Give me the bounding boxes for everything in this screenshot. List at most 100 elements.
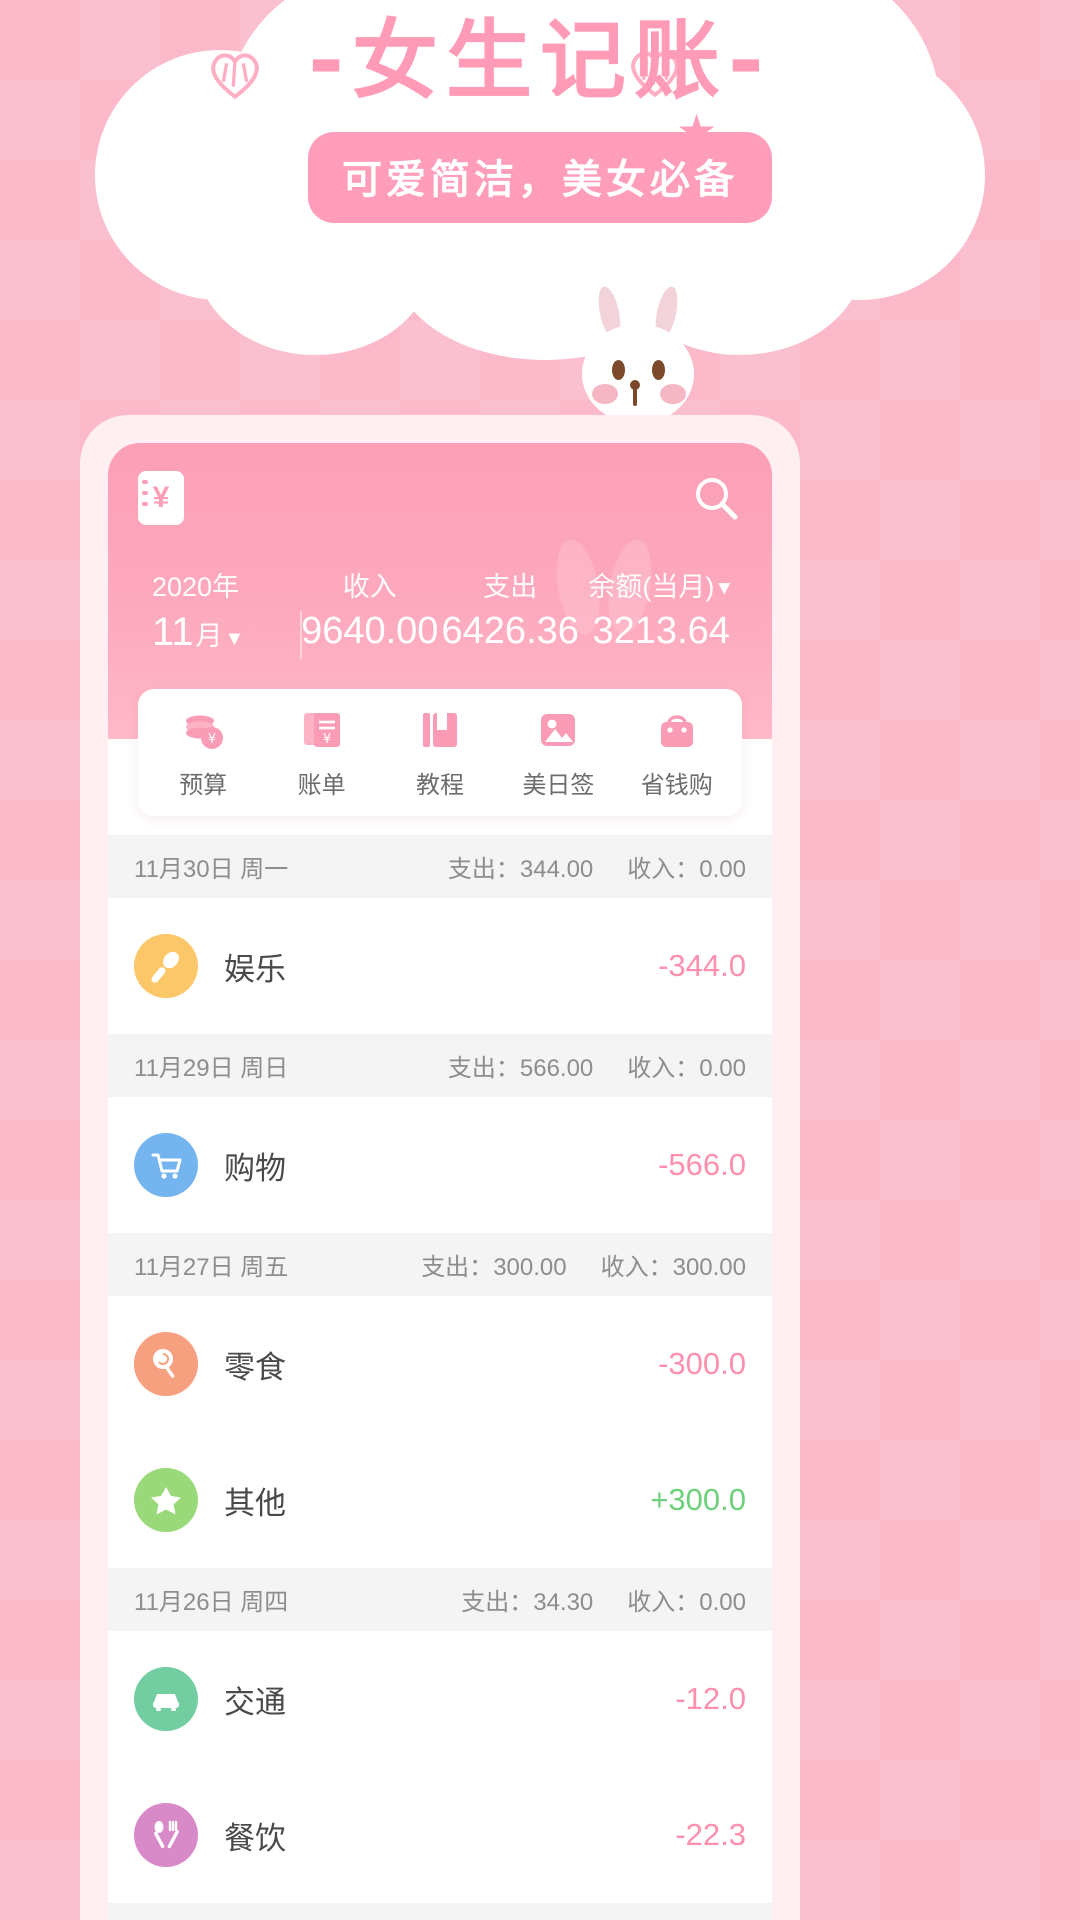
shopping-bag-icon: [654, 707, 700, 753]
lollipop-icon: [134, 1332, 198, 1396]
expense-prefix: 支出：: [461, 1589, 534, 1616]
svg-text:¥: ¥: [322, 732, 330, 747]
day-header: 11月27日 周五 支出：300.00 收入：300.00: [108, 1233, 772, 1296]
income-prefix: 收入：: [627, 856, 700, 883]
income-prefix: 收入：: [627, 1589, 700, 1616]
day-expense: 支出：344.00: [448, 849, 593, 884]
day-expense: 支出：34.30: [461, 1582, 593, 1617]
table-row[interactable]: 其他 +300.0: [108, 1432, 772, 1568]
tab-daily-photo-label: 美日签: [522, 772, 595, 799]
day-income: 收入：0.00: [627, 849, 746, 884]
shopping-cart-icon: [134, 1133, 198, 1197]
tab-daily-photo[interactable]: 美日签: [499, 707, 617, 800]
day-date: 11月27日 周五: [134, 1254, 289, 1281]
balance-label-text: 余额(当月): [588, 572, 715, 602]
income-prefix: 收入：: [627, 1055, 700, 1082]
day-income-value: 0.00: [699, 1589, 746, 1616]
day-income: 收入：300.00: [601, 1247, 746, 1282]
fork-spoon-icon: [134, 1803, 198, 1867]
microphone-icon: [134, 934, 198, 998]
tab-budget[interactable]: ¥ 预算: [144, 707, 262, 800]
day-income-value: 300.00: [672, 1254, 746, 1281]
balance-summary[interactable]: 余额(当月)▼ 3213.64: [580, 565, 742, 655]
table-row[interactable]: 零食 -300.0: [108, 1296, 772, 1432]
expense-summary: 支出 6426.36: [440, 565, 580, 655]
table-row[interactable]: 购物 -566.0: [108, 1097, 772, 1233]
photo-icon: [535, 707, 581, 753]
promo-cloud-banner: -女生记账- 可爱简洁，美女必备 ★: [0, 0, 1080, 380]
income-value: 9640.00: [301, 610, 439, 652]
chevron-down-icon-balance[interactable]: ▼: [714, 577, 734, 599]
day-expense: 支出：566.00: [448, 1048, 593, 1083]
phone-frame: ¥ 2020年 11 月 ▼ 收入 9640.00 支出 6426.36 余额(…: [80, 415, 800, 1920]
day-income: 收入：0.00: [627, 1048, 746, 1083]
star-icon: [134, 1468, 198, 1532]
day-date: 11月30日 周一: [134, 856, 289, 883]
year-label: 2020年: [152, 572, 240, 602]
tab-shopping[interactable]: 省钱购: [618, 707, 736, 800]
ledger-yen-icon[interactable]: ¥: [138, 471, 184, 525]
category-name: 交通: [224, 1684, 286, 1720]
category-name: 零食: [224, 1349, 286, 1385]
day-expense-value: 344.00: [519, 856, 594, 883]
day-header: 11月26日 周四 支出：34.30 收入：0.00: [108, 1568, 772, 1631]
tab-bill[interactable]: ¥ 账单: [262, 707, 380, 800]
book-icon: [417, 707, 463, 753]
app-screen: ¥ 2020年 11 月 ▼ 收入 9640.00 支出 6426.36 余额(…: [108, 443, 772, 1920]
bill-yen-icon: ¥: [299, 707, 345, 753]
search-icon[interactable]: [690, 472, 742, 524]
transaction-amount: -22.3: [675, 1817, 746, 1852]
day-expense-value: 566.00: [519, 1055, 594, 1082]
table-row[interactable]: 餐饮 -22.3: [108, 1767, 772, 1903]
coins-yen-icon: ¥: [180, 707, 226, 753]
day-expense-value: 34.30: [533, 1589, 594, 1616]
expense-prefix: 支出：: [421, 1254, 494, 1281]
tab-tutorial-label: 教程: [415, 772, 464, 799]
tab-shopping-label: 省钱购: [640, 772, 713, 799]
expense-value: 6426.36: [441, 610, 579, 652]
tab-tutorial[interactable]: 教程: [381, 707, 499, 800]
chevron-down-icon[interactable]: ▼: [225, 628, 245, 651]
day-income-value: 0.00: [699, 1055, 746, 1082]
transaction-amount: -12.0: [675, 1681, 746, 1716]
day-date: 11月29日 周日: [134, 1055, 289, 1082]
transaction-amount: -566.0: [658, 1147, 746, 1182]
day-date: 11月26日 周四: [134, 1589, 289, 1616]
tab-bill-label: 账单: [297, 772, 346, 799]
day-expense-value: 300.00: [493, 1254, 567, 1281]
table-row[interactable]: 娱乐 -344.0: [108, 898, 772, 1034]
month-selector[interactable]: 2020年 11 月 ▼: [138, 565, 302, 659]
expense-prefix: 支出：: [447, 1055, 520, 1082]
svg-text:¥: ¥: [208, 732, 216, 747]
balance-label: 余额(当月)▼: [580, 565, 742, 610]
category-name: 娱乐: [224, 951, 286, 987]
income-label: 收入: [342, 572, 397, 602]
car-icon: [134, 1667, 198, 1731]
month-number: 11: [152, 610, 194, 654]
transaction-amount: -344.0: [658, 948, 746, 983]
promo-title: -女生记账-: [308, 11, 772, 111]
expense-label: 支出: [483, 572, 538, 602]
income-prefix: 收入：: [600, 1254, 673, 1281]
day-expense: 支出：300.00: [421, 1247, 566, 1282]
day-income: 收入：0.00: [627, 1582, 746, 1617]
income-summary: 收入 9640.00: [300, 565, 440, 655]
transaction-amount: +300.0: [650, 1482, 746, 1517]
star-decoration-icon: ★: [676, 105, 718, 157]
balance-value: 3213.64: [592, 610, 730, 652]
bunny-mascot: [560, 268, 720, 432]
day-header: 11月25日 周三 支出：58.00 收入：0.00: [108, 1903, 772, 1920]
expense-prefix: 支出：: [447, 856, 520, 883]
table-row[interactable]: 交通 -12.0: [108, 1631, 772, 1767]
quick-tabs-card: ¥ 预算 ¥ 账单 教程 美日签 省钱购: [138, 689, 742, 816]
tab-budget-label: 预算: [179, 772, 228, 799]
category-name: 餐饮: [224, 1820, 286, 1856]
month-unit: 月: [195, 621, 223, 651]
day-header: 11月29日 周日 支出：566.00 收入：0.00: [108, 1034, 772, 1097]
category-name: 其他: [224, 1485, 286, 1521]
transaction-list: 11月30日 周一 支出：344.00 收入：0.00 娱乐 -344.0 11…: [108, 739, 772, 1920]
transaction-amount: -300.0: [658, 1346, 746, 1381]
day-income-value: 0.00: [699, 856, 746, 883]
day-header: 11月30日 周一 支出：344.00 收入：0.00: [108, 835, 772, 898]
category-name: 购物: [224, 1150, 286, 1186]
